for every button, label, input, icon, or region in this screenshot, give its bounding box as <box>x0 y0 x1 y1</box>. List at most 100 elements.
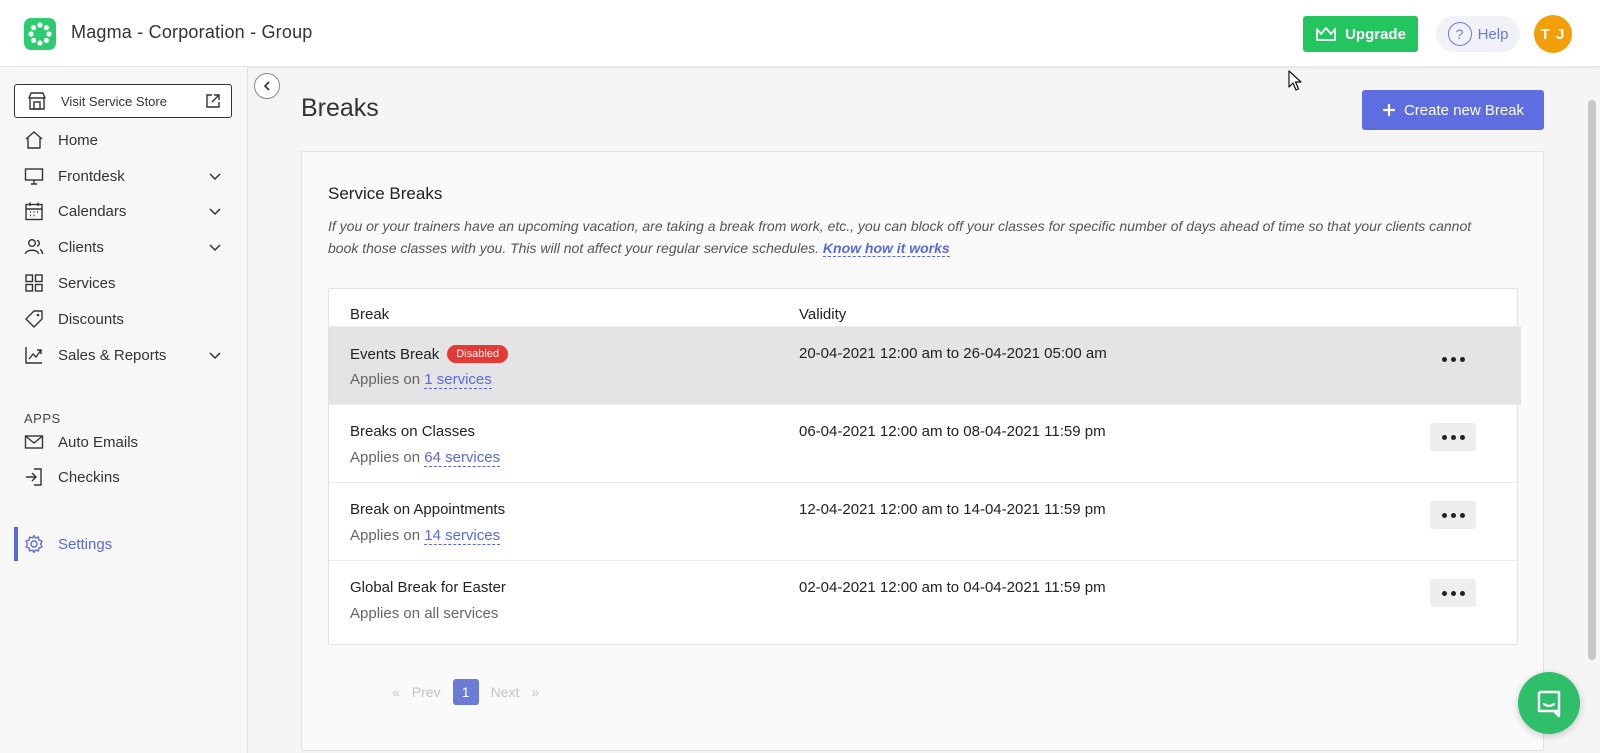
services-link[interactable]: 64 services <box>424 449 501 467</box>
sidebar-item-checkins[interactable]: Checkins <box>0 460 248 494</box>
sidebar-item-frontdesk[interactable]: Frontdesk <box>0 159 248 193</box>
break-name: Global Break for Easter <box>350 579 506 596</box>
more-options-button[interactable] <box>1430 579 1476 607</box>
upgrade-button[interactable]: Upgrade <box>1303 16 1418 52</box>
store-label: Visit Service Store <box>61 93 167 109</box>
grid-icon <box>25 274 43 292</box>
column-header-break: Break <box>350 306 390 323</box>
applies-prefix: Applies on all services <box>350 605 499 622</box>
sidebar: Visit Service Store Home Frontdesk Calen… <box>0 67 248 753</box>
chevron-left-icon <box>263 81 270 91</box>
dot <box>1450 590 1456 596</box>
pagination: « Prev 1 Next » <box>392 679 551 705</box>
status-badge: Disabled <box>447 345 509 363</box>
chat-launcher-button[interactable] <box>1518 672 1580 734</box>
applies-prefix: Applies on <box>350 527 421 544</box>
crown-icon <box>1316 27 1336 41</box>
know-how-it-works-link[interactable]: Know how it works <box>822 240 950 257</box>
sidebar-item-sales-reports[interactable]: Sales & Reports <box>0 338 248 372</box>
applies-text: Applies on all services <box>350 605 498 622</box>
service-breaks-card: Service Breaks If you or your trainers h… <box>301 151 1544 751</box>
app-title: Magma - Corporation - Group <box>71 22 313 42</box>
sidebar-item-settings[interactable]: Settings <box>0 527 248 561</box>
dot <box>1441 356 1447 362</box>
dot <box>1459 434 1465 440</box>
apps-heading: APPS <box>24 411 61 426</box>
dot <box>1459 590 1465 596</box>
avatar[interactable]: T J <box>1534 15 1572 53</box>
sidebar-item-services[interactable]: Services <box>0 266 248 300</box>
validity-cell: 02-04-2021 12:00 am to 04-04-2021 11:59 … <box>799 579 1106 596</box>
sidebar-item-calendars[interactable]: Calendars <box>0 194 248 228</box>
table-row[interactable]: Break on Appointments Applies on 14 serv… <box>329 482 1519 561</box>
sidebar-item-auto-emails[interactable]: Auto Emails <box>0 425 248 459</box>
plus-icon <box>1382 104 1395 116</box>
help-button[interactable]: ? Help <box>1436 16 1520 52</box>
first-page-link[interactable]: « <box>392 684 400 700</box>
sidebar-item-label: Services <box>58 274 116 292</box>
validity-cell: 06-04-2021 12:00 am to 08-04-2021 11:59 … <box>799 423 1106 440</box>
monitor-icon <box>24 168 44 185</box>
upgrade-label: Upgrade <box>1345 25 1406 43</box>
help-label: Help <box>1477 25 1509 43</box>
visit-service-store-button[interactable]: Visit Service Store <box>14 84 232 118</box>
break-name: Break on Appointments <box>350 501 506 518</box>
tag-icon <box>25 310 43 328</box>
table-row[interactable]: Breaks on Classes Applies on 64 services… <box>329 404 1519 483</box>
break-name: Breaks on Classes <box>350 423 476 440</box>
home-icon <box>25 131 43 149</box>
sidebar-item-label: Frontdesk <box>58 167 125 185</box>
current-page[interactable]: 1 <box>452 679 479 705</box>
page-scrollbar[interactable] <box>1588 100 1596 660</box>
sidebar-item-discounts[interactable]: Discounts <box>0 302 248 336</box>
chevron-down-icon <box>209 173 221 181</box>
services-link[interactable]: 1 services <box>424 371 492 389</box>
calendar-icon <box>25 202 43 221</box>
dot <box>1441 590 1447 596</box>
more-options-button[interactable] <box>1430 423 1476 451</box>
collapse-sidebar-button[interactable] <box>254 73 280 99</box>
sidebar-item-label: Settings <box>58 535 113 553</box>
page-title: Breaks <box>301 94 379 122</box>
sidebar-item-label: Home <box>58 131 99 149</box>
applies-text: Applies on 14 services <box>350 527 501 545</box>
sidebar-item-label: Calendars <box>58 202 127 220</box>
breadcrumb[interactable] <box>301 58 371 70</box>
applies-text: Applies on 64 services <box>350 449 501 467</box>
column-header-validity: Validity <box>799 306 847 323</box>
table-row[interactable]: Events Break Disabled Applies on 1 servic… <box>329 326 1521 405</box>
sidebar-item-clients[interactable]: Clients <box>0 230 248 264</box>
checkin-icon <box>26 468 42 486</box>
users-icon <box>24 239 44 255</box>
sidebar-item-label: Clients <box>58 238 104 256</box>
dot <box>1450 356 1456 362</box>
applies-prefix: Applies on <box>350 371 421 388</box>
chart-icon <box>25 347 42 364</box>
external-link-icon <box>206 94 220 108</box>
sidebar-item-label: Discounts <box>58 310 124 328</box>
dot <box>1459 356 1465 362</box>
next-page-link[interactable]: Next <box>491 684 520 700</box>
table-row[interactable]: Global Break for Easter Applies on all s… <box>329 560 1519 639</box>
active-indicator <box>14 527 18 561</box>
create-new-break-button[interactable]: Create new Break <box>1362 90 1544 130</box>
chevron-down-icon <box>209 244 221 252</box>
breaks-table: Break Validity Events Break Disabled Appl… <box>328 288 1521 645</box>
prev-page-link[interactable]: Prev <box>412 684 441 700</box>
more-options-button[interactable] <box>1430 501 1476 529</box>
chat-icon <box>1537 690 1561 718</box>
app-logo-icon[interactable] <box>24 18 56 50</box>
sidebar-item-home[interactable]: Home <box>0 123 248 157</box>
chevron-down-icon <box>209 208 221 216</box>
gear-icon <box>25 534 43 554</box>
more-options-button[interactable] <box>1430 345 1476 373</box>
sidebar-item-label: Auto Emails <box>58 433 139 451</box>
sidebar-item-label: Checkins <box>58 468 120 486</box>
services-link[interactable]: 14 services <box>424 527 501 545</box>
card-description: If you or your trainers have an upcoming… <box>328 215 1488 259</box>
dot <box>1441 434 1447 440</box>
validity-cell: 12-04-2021 12:00 am to 14-04-2021 11:59 … <box>799 501 1106 518</box>
mouse-cursor-icon <box>1288 70 1302 91</box>
applies-prefix: Applies on <box>350 449 421 466</box>
last-page-link[interactable]: » <box>531 684 539 700</box>
